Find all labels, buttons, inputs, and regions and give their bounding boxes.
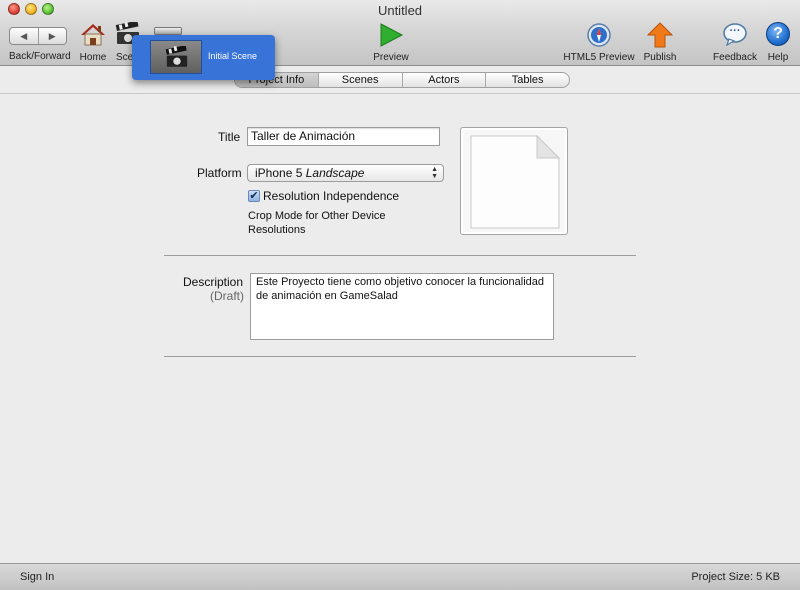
blank-document-icon <box>470 134 561 229</box>
tab-bar: Project Info Scenes Actors Tables <box>234 72 570 88</box>
project-icon-well[interactable] <box>460 127 568 235</box>
play-icon <box>380 23 404 47</box>
publish-label: Publish <box>643 52 677 63</box>
help-button[interactable]: ? Help <box>764 22 792 64</box>
sign-in-link[interactable]: Sign In <box>20 571 54 583</box>
speech-bubble-icon: ··· <box>722 22 748 46</box>
back-arrow-icon: ◀ <box>20 30 28 41</box>
select-arrows-icon: ▲ ▼ <box>431 166 438 180</box>
back-button[interactable]: ◀ <box>10 28 38 44</box>
scene-popup-menu: Initial Scene <box>132 35 275 80</box>
resolution-independence-checkbox[interactable]: ✔ <box>248 190 260 202</box>
window-title: Untitled <box>377 3 423 18</box>
home-label: Home <box>79 52 107 63</box>
description-label: Description <box>183 275 244 289</box>
project-size: Project Size: 5 KB <box>691 571 780 583</box>
clapperboard-icon <box>165 46 188 67</box>
html5-preview-label: HTML5 Preview <box>563 52 635 63</box>
platform-label: Platform <box>197 166 242 180</box>
scene-popup-anchor <box>154 27 182 35</box>
forward-arrow-icon: ▶ <box>48 30 56 41</box>
feedback-dots: ··· <box>729 25 741 37</box>
divider-bottom <box>164 356 636 357</box>
preview-label: Preview <box>373 52 409 63</box>
status-bar: Sign In Project Size: 5 KB <box>0 563 800 590</box>
title-label: Title <box>218 130 241 144</box>
platform-device: iPhone 5 <box>255 166 303 180</box>
scene-item-initial-scene[interactable]: Initial Scene <box>208 51 257 61</box>
help-label: Help <box>767 52 789 63</box>
close-window-button[interactable] <box>8 3 20 15</box>
feedback-label: Feedback <box>713 52 757 63</box>
preview-button[interactable]: Preview <box>373 22 409 64</box>
home-icon <box>81 24 105 46</box>
platform-orientation: Landscape <box>305 166 365 180</box>
scene-thumbnail[interactable] <box>150 40 202 74</box>
compass-icon <box>587 23 611 47</box>
divider-top <box>164 255 636 256</box>
tab-scenes[interactable]: Scenes <box>319 73 403 87</box>
description-draft-label: (Draft) <box>210 289 244 303</box>
tab-tables[interactable]: Tables <box>486 73 569 87</box>
publish-button[interactable]: Publish <box>643 22 677 64</box>
upload-arrow-icon <box>647 22 673 48</box>
home-button[interactable]: Home <box>80 22 106 64</box>
html5-preview-button[interactable]: HTML5 Preview <box>563 22 635 64</box>
title-field[interactable]: Taller de Animación <box>247 127 440 146</box>
resolution-independence-label: Resolution Independence <box>263 189 400 203</box>
back-forward-label: Back/Forward <box>9 51 71 62</box>
tab-actors[interactable]: Actors <box>403 73 487 87</box>
description-field[interactable]: Este Proyecto tiene como objetivo conoce… <box>250 273 554 340</box>
toolbar: Untitled ◀ ▶ Back/Forward Home Sce Previ… <box>0 0 800 66</box>
help-icon: ? <box>766 22 790 46</box>
platform-select[interactable]: iPhone 5 Landscape ▲ ▼ <box>247 164 444 182</box>
feedback-button[interactable]: ··· Feedback <box>713 22 757 64</box>
zoom-window-button[interactable] <box>42 3 54 15</box>
crop-mode-text: Crop Mode for Other Device Resolutions <box>248 210 386 236</box>
back-forward-control[interactable]: ◀ ▶ <box>9 27 67 45</box>
scenes-label: Sce <box>116 52 134 63</box>
forward-button[interactable]: ▶ <box>37 28 67 44</box>
minimize-window-button[interactable] <box>25 3 37 15</box>
content-divider <box>0 93 800 94</box>
